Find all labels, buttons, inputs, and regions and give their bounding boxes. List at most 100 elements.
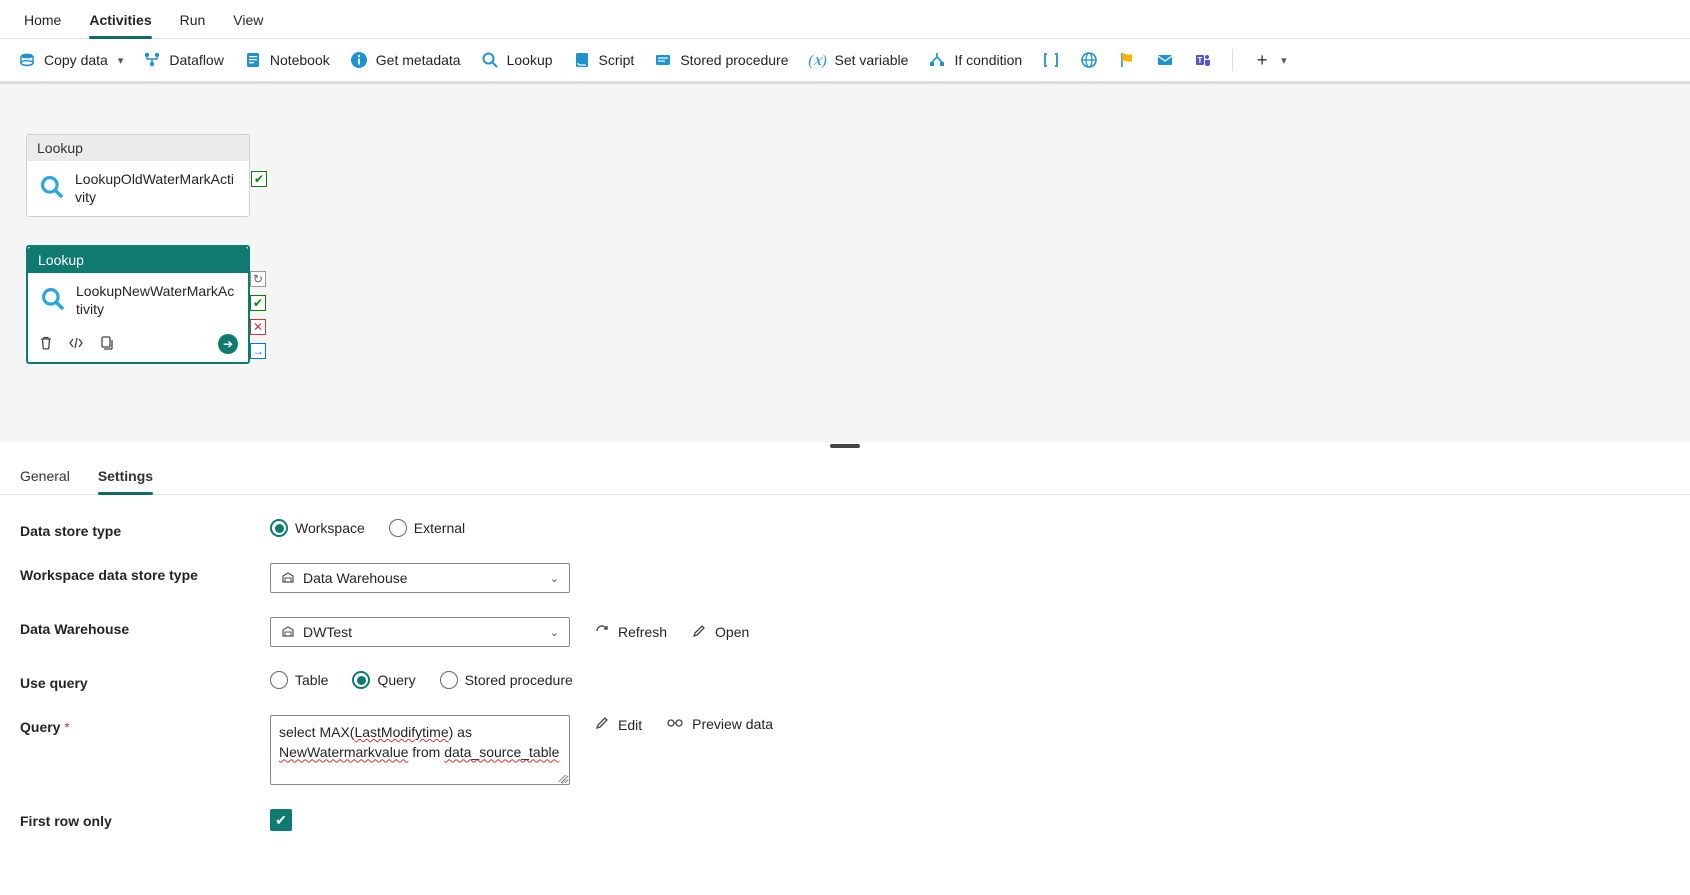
edit-query-button[interactable]: Edit xyxy=(594,715,642,734)
glasses-icon xyxy=(666,715,684,732)
code-icon[interactable] xyxy=(68,335,84,354)
run-icon[interactable]: ➔ xyxy=(218,334,238,354)
dataflow-icon xyxy=(143,51,161,69)
tool-set-variable-label: Set variable xyxy=(835,52,909,68)
refresh-icon xyxy=(594,623,610,642)
checkbox-first-row-only[interactable]: ✔ xyxy=(270,809,292,831)
port-retry[interactable]: ↻ xyxy=(250,271,266,287)
activity-lookup-old[interactable]: Lookup LookupOldWaterMarkActivity ✔ xyxy=(26,134,250,217)
pipeline-canvas[interactable]: Lookup LookupOldWaterMarkActivity ✔ Look… xyxy=(0,82,1690,442)
port-fail[interactable]: ✕ xyxy=(250,319,266,335)
tool-notebook[interactable]: Notebook xyxy=(244,51,330,69)
query-textarea[interactable]: select MAX(LastModifytime) as NewWaterma… xyxy=(270,715,570,785)
port-success[interactable]: ✔ xyxy=(251,171,267,187)
tool-lookup-label: Lookup xyxy=(507,52,553,68)
database-icon xyxy=(18,51,36,69)
info-icon xyxy=(350,51,368,69)
stored-procedure-icon xyxy=(654,51,672,69)
label-workspace-data-store-type: Workspace data store type xyxy=(20,563,270,583)
toolbar-separator xyxy=(1232,49,1233,71)
label-first-row-only: First row only xyxy=(20,809,270,829)
open-label: Open xyxy=(715,624,749,640)
refresh-label: Refresh xyxy=(618,624,667,640)
tool-extra-4[interactable] xyxy=(1156,51,1174,69)
warehouse-icon xyxy=(281,570,295,587)
resize-handle-icon[interactable] xyxy=(557,772,567,782)
open-button[interactable]: Open xyxy=(691,623,749,642)
activity-name-label: LookupOldWaterMarkActivity xyxy=(75,171,237,206)
tool-get-metadata[interactable]: Get metadata xyxy=(350,51,461,69)
tool-stored-procedure-label: Stored procedure xyxy=(680,52,788,68)
port-skip[interactable]: → xyxy=(250,343,266,359)
chevron-down-icon: ⌄ xyxy=(550,572,559,585)
mail-icon xyxy=(1156,51,1174,69)
tool-extra-5[interactable]: T xyxy=(1194,51,1212,69)
search-icon xyxy=(40,286,66,315)
pencil-icon xyxy=(691,623,707,642)
trash-icon[interactable] xyxy=(38,335,54,354)
tab-run[interactable]: Run xyxy=(180,8,206,38)
port-success[interactable]: ✔ xyxy=(250,295,266,311)
tool-copy-data-label: Copy data xyxy=(44,52,108,68)
flag-icon xyxy=(1118,51,1136,69)
tool-add[interactable]: + ▾ xyxy=(1253,51,1287,69)
tab-activities[interactable]: Activities xyxy=(89,8,151,38)
tool-extra-2[interactable] xyxy=(1080,51,1098,69)
brackets-icon xyxy=(1042,51,1060,69)
plus-icon: + xyxy=(1253,51,1271,69)
radio-query[interactable]: Query xyxy=(352,671,415,689)
radio-stored-procedure[interactable]: Stored procedure xyxy=(440,671,573,689)
radio-external-label: External xyxy=(414,520,465,536)
warehouse-icon xyxy=(281,624,295,641)
tool-script-label: Script xyxy=(599,52,635,68)
teams-icon: T xyxy=(1194,51,1212,69)
radio-table[interactable]: Table xyxy=(270,671,328,689)
select-data-warehouse-value: DWTest xyxy=(303,624,352,640)
top-tabs: Home Activities Run View xyxy=(0,0,1690,39)
variable-icon: (𝑥) xyxy=(809,51,827,69)
radio-external[interactable]: External xyxy=(389,519,465,537)
tool-extra-3[interactable] xyxy=(1118,51,1136,69)
refresh-button[interactable]: Refresh xyxy=(594,623,667,642)
radio-workspace-label: Workspace xyxy=(295,520,365,536)
tool-if-condition-label: If condition xyxy=(954,52,1022,68)
chevron-down-icon: ▾ xyxy=(118,54,124,67)
tab-view[interactable]: View xyxy=(233,8,263,38)
tool-dataflow[interactable]: Dataflow xyxy=(143,51,223,69)
chevron-down-icon: ⌄ xyxy=(550,626,559,639)
svg-text:T: T xyxy=(1198,56,1203,65)
chevron-down-icon: ▾ xyxy=(1281,54,1287,67)
tool-copy-data[interactable]: Copy data ▾ xyxy=(18,51,123,69)
tool-set-variable[interactable]: (𝑥) Set variable xyxy=(809,51,909,69)
copy-icon[interactable] xyxy=(98,335,114,354)
label-use-query: Use query xyxy=(20,671,270,691)
notebook-icon xyxy=(244,51,262,69)
tool-get-metadata-label: Get metadata xyxy=(376,52,461,68)
script-icon xyxy=(573,51,591,69)
detail-tab-general[interactable]: General xyxy=(20,468,70,494)
panel-splitter[interactable] xyxy=(0,442,1690,454)
edit-query-label: Edit xyxy=(618,717,642,733)
radio-stored-procedure-label: Stored procedure xyxy=(465,672,573,688)
radio-workspace[interactable]: Workspace xyxy=(270,519,365,537)
select-workspace-data-store-type[interactable]: Data Warehouse ⌄ xyxy=(270,563,570,593)
tool-if-condition[interactable]: If condition xyxy=(928,51,1022,69)
search-icon xyxy=(481,51,499,69)
activity-lookup-new[interactable]: Lookup LookupNewWaterMarkActivity ➔ xyxy=(26,245,250,364)
globe-icon xyxy=(1080,51,1098,69)
activity-type-label: Lookup xyxy=(28,247,248,273)
label-data-store-type: Data store type xyxy=(20,519,270,539)
pencil-icon xyxy=(594,715,610,734)
detail-tab-settings[interactable]: Settings xyxy=(98,468,153,494)
if-condition-icon xyxy=(928,51,946,69)
tool-stored-procedure[interactable]: Stored procedure xyxy=(654,51,788,69)
tab-home[interactable]: Home xyxy=(24,8,61,38)
radio-query-label: Query xyxy=(377,672,415,688)
tool-script[interactable]: Script xyxy=(573,51,635,69)
tool-lookup[interactable]: Lookup xyxy=(481,51,553,69)
preview-data-button[interactable]: Preview data xyxy=(666,715,773,732)
select-data-warehouse[interactable]: DWTest ⌄ xyxy=(270,617,570,647)
tool-notebook-label: Notebook xyxy=(270,52,330,68)
tool-extra-1[interactable] xyxy=(1042,51,1060,69)
search-icon xyxy=(39,174,65,203)
